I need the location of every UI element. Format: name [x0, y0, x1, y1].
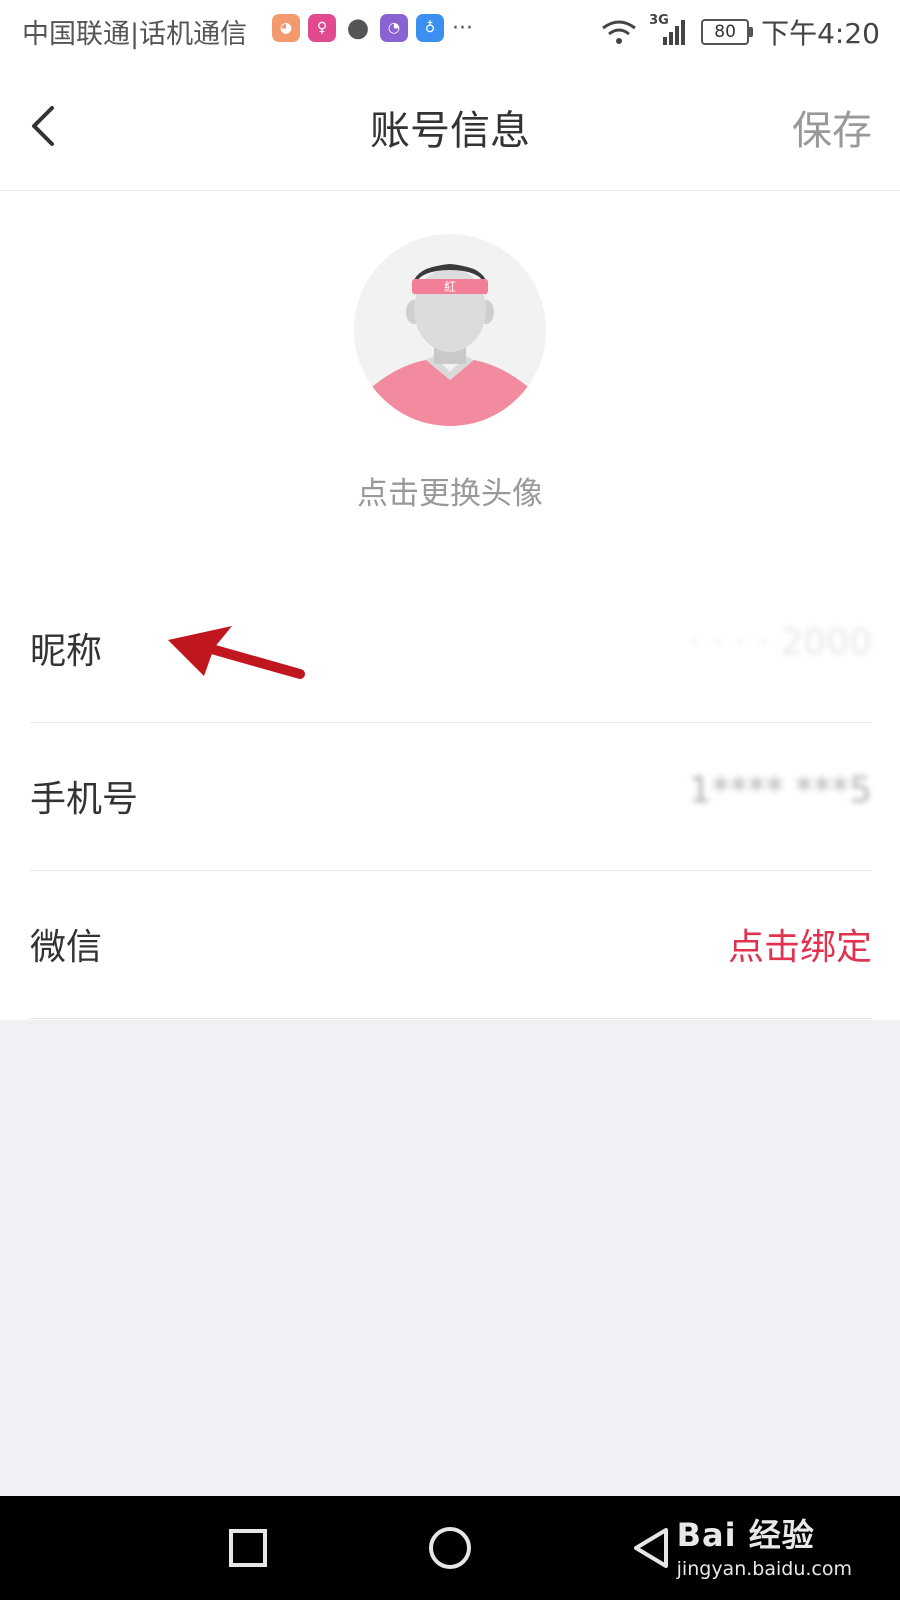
- avatar[interactable]: 紅: [354, 234, 546, 426]
- phone-row[interactable]: 手机号 1**** ***5: [30, 722, 872, 871]
- headband-text: 紅: [444, 280, 456, 294]
- app-notification-icon: ◔: [380, 14, 408, 42]
- notification-icons: ◕ ♀ ● ◔ ♁ ···: [272, 13, 473, 43]
- app-notification-icon: ♀: [308, 14, 336, 42]
- phone-label: 手机号: [30, 779, 139, 820]
- baidu-jingyan-watermark: Bai 经验 jingyan.baidu.com: [677, 1510, 852, 1580]
- empty-background: [0, 1020, 900, 1496]
- nickname-row[interactable]: 昵称 · · · · 2000: [30, 574, 872, 723]
- system-navigation-bar: Bai 经验 jingyan.baidu.com: [0, 1496, 900, 1600]
- watermark-logo-text: Bai 经验: [676, 1516, 815, 1554]
- bind-wechat-button[interactable]: 点击绑定: [728, 918, 872, 970]
- lightbulb-icon: ♁: [416, 14, 444, 42]
- battery-level: 80: [714, 22, 736, 42]
- more-notifications-icon: ···: [452, 15, 473, 41]
- page-title: 账号信息: [370, 108, 530, 154]
- message-icon: ●: [346, 13, 370, 43]
- nickname-value: · · · · 2000: [688, 622, 872, 663]
- home-icon[interactable]: [424, 1522, 476, 1574]
- back-triangle-icon[interactable]: [626, 1522, 678, 1574]
- app-notification-icon: ◕: [272, 14, 300, 42]
- signal-icon: 3G: [649, 13, 689, 47]
- network-type-label: 3G: [649, 13, 669, 28]
- wechat-label: 微信: [30, 927, 103, 968]
- recent-apps-icon[interactable]: [222, 1522, 274, 1574]
- carrier-label: 中国联通|话机通信: [22, 19, 248, 50]
- save-button[interactable]: 保存: [792, 98, 872, 156]
- default-avatar-illustration: 紅: [354, 234, 546, 426]
- status-bar: 中国联通|话机通信 ◕ ♀ ● ◔ ♁ ··· 3G 80 下午4:20: [0, 0, 900, 62]
- change-avatar-label[interactable]: 点击更换头像: [0, 468, 900, 513]
- phone-value: 1**** ***5: [688, 770, 872, 811]
- status-right: 3G 80 下午4:20: [601, 12, 880, 52]
- watermark-url: jingyan.baidu.com: [676, 1558, 852, 1580]
- annotation-arrow-icon: [168, 626, 305, 679]
- battery-icon: 80: [701, 19, 754, 45]
- wifi-icon: [602, 20, 637, 44]
- clock: 下午4:20: [761, 17, 880, 50]
- wechat-row[interactable]: 微信 点击绑定: [30, 870, 872, 1019]
- navigation-header: 账号信息 保存: [0, 62, 900, 191]
- nickname-label: 昵称: [30, 631, 103, 672]
